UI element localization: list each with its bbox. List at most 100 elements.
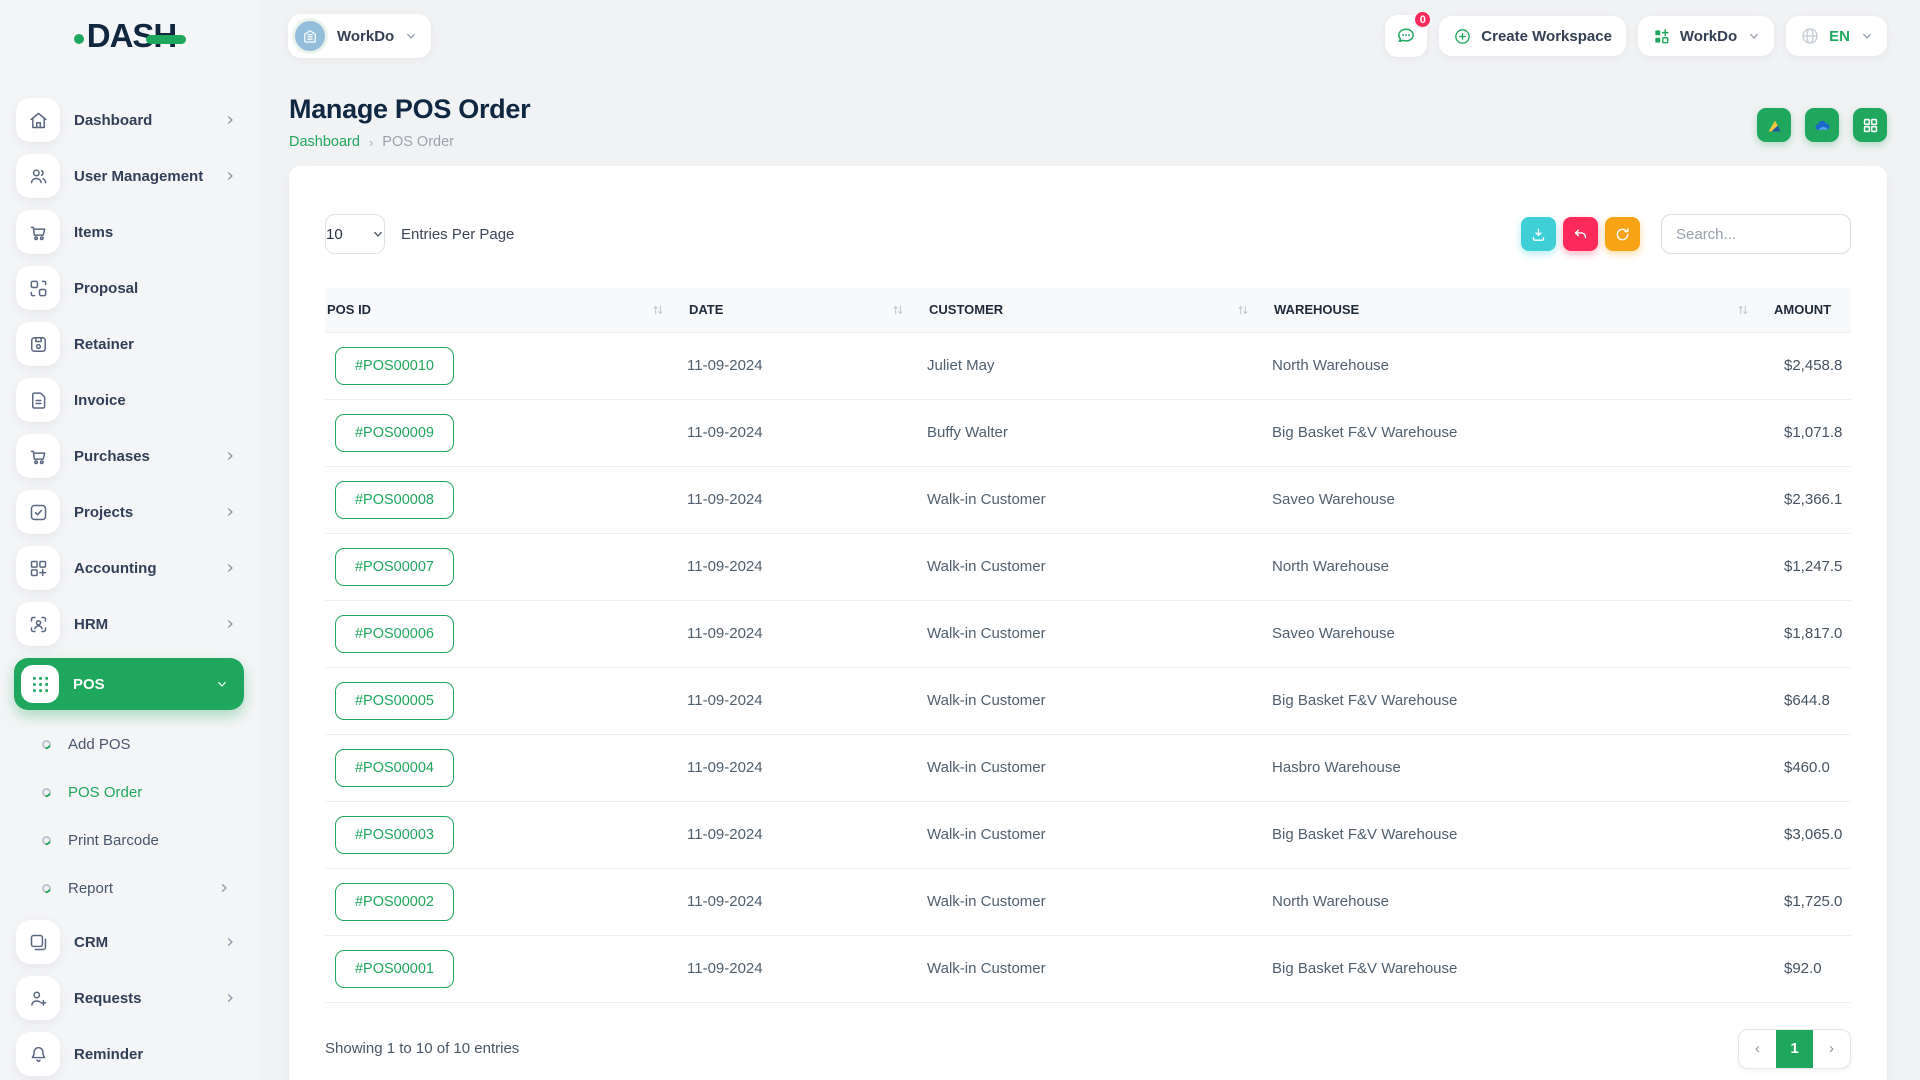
sidebar-subitem-pos-order[interactable]: POS Order [16, 768, 244, 816]
pos-id-badge[interactable]: #POS00008 [335, 481, 454, 519]
table-row: #POS0000411-09-2024Walk-in CustomerHasbr… [325, 734, 1851, 801]
refresh-icon [1614, 226, 1631, 243]
chevron-down-icon [372, 228, 384, 240]
sort-icon[interactable] [1736, 303, 1750, 317]
language-selector[interactable]: EN [1786, 16, 1887, 56]
sidebar-item-requests[interactable]: Requests [16, 976, 244, 1020]
sidebar-submenu-pos: Add POS POS OrderPrint Barcode Report [16, 720, 244, 912]
pos-id-badge[interactable]: #POS00004 [335, 749, 454, 787]
table-row: #POS0000811-09-2024Walk-in CustomerSaveo… [325, 466, 1851, 533]
create-workspace-button[interactable]: Create Workspace [1439, 16, 1626, 56]
column-header-warehouse[interactable]: WAREHOUSE [1272, 288, 1772, 332]
column-header-date[interactable]: DATE [687, 288, 927, 332]
breadcrumb-dashboard-link[interactable]: Dashboard [289, 134, 360, 150]
table-row: #POS0001011-09-2024Juliet MayNorth Wareh… [325, 332, 1851, 399]
chevron-right-icon [224, 992, 244, 1004]
sort-icon[interactable] [1236, 303, 1250, 317]
sidebar-item-label: Proposal [74, 280, 138, 297]
sidebar-item-proposal[interactable]: Proposal [16, 266, 244, 310]
pagination-prev-button[interactable]: ‹ [1739, 1030, 1776, 1068]
table-row: #POS0000311-09-2024Walk-in CustomerBig B… [325, 801, 1851, 868]
cart-icon [16, 434, 60, 478]
apps-grid-button[interactable] [1853, 108, 1887, 142]
column-header-wrap: WAREHOUSE [1272, 302, 1772, 317]
hrm-icon [16, 602, 60, 646]
table-row: #POS0000711-09-2024Walk-in CustomerNorth… [325, 533, 1851, 600]
pos-id-badge[interactable]: #POS00006 [335, 615, 454, 653]
sidebar-item-accounting[interactable]: Accounting [16, 546, 244, 590]
cell-amount: $1,725.0 [1772, 868, 1851, 935]
sidebar-subitem-report[interactable]: Report [16, 864, 244, 912]
sort-icon[interactable] [891, 303, 905, 317]
sidebar-item-items[interactable]: Items [16, 210, 244, 254]
app-switcher-button[interactable]: WorkDo [1638, 16, 1774, 56]
messages-button[interactable]: 0 [1385, 15, 1427, 57]
sidebar-item-projects[interactable]: Projects [16, 490, 244, 534]
cell-amount: $2,366.1 [1772, 466, 1851, 533]
table-body: #POS0001011-09-2024Juliet MayNorth Wareh… [325, 332, 1851, 1002]
pos-id-badge[interactable]: #POS00001 [335, 950, 454, 988]
search-input[interactable] [1661, 214, 1851, 254]
pagination-next-button[interactable]: › [1813, 1030, 1850, 1068]
cell-warehouse: Big Basket F&V Warehouse [1272, 399, 1772, 466]
onedrive-button[interactable] [1805, 108, 1839, 142]
bullet-icon [40, 834, 52, 846]
sidebar-item-crm[interactable]: CRM [16, 920, 244, 964]
google-drive-icon [1765, 116, 1784, 135]
cell-pos-id: #POS00004 [325, 734, 687, 801]
sidebar-subitem-label: Report [68, 880, 113, 897]
cell-customer: Walk-in Customer [927, 600, 1272, 667]
column-header-customer[interactable]: CUSTOMER [927, 288, 1272, 332]
logo-dot-icon [74, 34, 84, 44]
sidebar-item-reminder[interactable]: Reminder [16, 1032, 244, 1076]
pos-id-badge[interactable]: #POS00007 [335, 548, 454, 586]
workspace-selector[interactable]: WorkDo [288, 14, 431, 58]
cell-date: 11-09-2024 [687, 399, 927, 466]
cell-date: 11-09-2024 [687, 466, 927, 533]
sidebar-subitem-label: Add POS [68, 736, 131, 753]
column-header-pos-id[interactable]: POS ID [325, 288, 687, 332]
pos-id-badge[interactable]: #POS00003 [335, 816, 454, 854]
sidebar-subitem-print-barcode[interactable]: Print Barcode [16, 816, 244, 864]
cell-amount: $1,247.5 [1772, 533, 1851, 600]
breadcrumb-separator-icon: › [369, 135, 373, 150]
undo-button[interactable] [1563, 217, 1598, 251]
cell-warehouse: Big Basket F&V Warehouse [1272, 667, 1772, 734]
google-drive-button[interactable] [1757, 108, 1791, 142]
workspace-avatar [292, 18, 328, 54]
sidebar-subitem-add-pos[interactable]: Add POS [16, 720, 244, 768]
cell-customer: Walk-in Customer [927, 935, 1272, 1002]
sort-icon[interactable] [651, 303, 665, 317]
sidebar-item-pos[interactable]: POS [14, 658, 244, 710]
entries-per-page-label: Entries Per Page [401, 226, 514, 243]
sidebar-item-hrm[interactable]: HRM [16, 602, 244, 646]
breadcrumb: Dashboard › POS Order [289, 134, 530, 150]
sidebar-item-purchases[interactable]: Purchases [16, 434, 244, 478]
sidebar-item-label: HRM [74, 616, 108, 633]
topbar: WorkDo 0 Create Workspace WorkDo EN [260, 0, 1920, 72]
column-header-wrap: CUSTOMER [927, 302, 1272, 317]
sidebar-item-label: CRM [74, 934, 108, 951]
cell-amount: $1,817.0 [1772, 600, 1851, 667]
chevron-down-icon [405, 30, 417, 42]
export-download-button[interactable] [1521, 217, 1556, 251]
sidebar-item-retainer[interactable]: Retainer [16, 322, 244, 366]
sidebar-item-dashboard[interactable]: Dashboard [16, 98, 244, 142]
cell-customer: Walk-in Customer [927, 868, 1272, 935]
sidebar-item-user-management[interactable]: User Management [16, 154, 244, 198]
globe-icon [1800, 26, 1820, 46]
sidebar-item-label: User Management [74, 168, 203, 185]
brand-logo[interactable]: DASH [0, 0, 260, 72]
pos-id-badge[interactable]: #POS00009 [335, 414, 454, 452]
pos-id-badge[interactable]: #POS00010 [335, 347, 454, 385]
pos-id-badge[interactable]: #POS00005 [335, 682, 454, 720]
cell-date: 11-09-2024 [687, 734, 927, 801]
pagination-page-1-button[interactable]: 1 [1776, 1030, 1813, 1068]
column-header-amount[interactable]: AMOUNT [1772, 288, 1851, 332]
pos-id-badge[interactable]: #POS00002 [335, 883, 454, 921]
refresh-button[interactable] [1605, 217, 1640, 251]
sidebar-item-invoice[interactable]: Invoice [16, 378, 244, 422]
sidebar-item-label: Requests [74, 990, 142, 1007]
sidebar-item-label: Projects [74, 504, 133, 521]
entries-per-page-select[interactable]: 10 [325, 214, 385, 254]
